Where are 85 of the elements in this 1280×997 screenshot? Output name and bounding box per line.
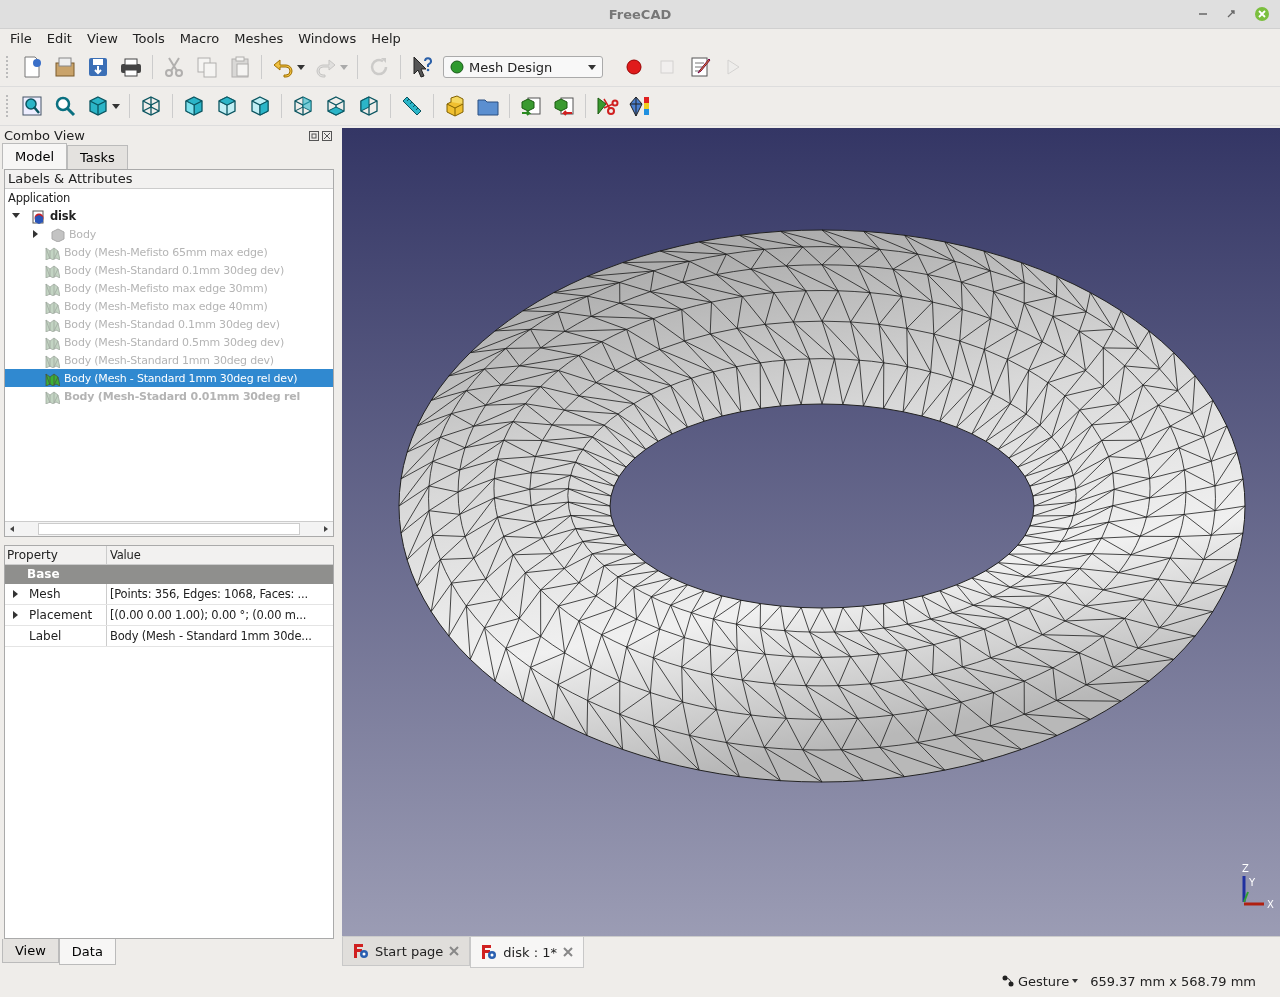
cube-front-icon[interactable]: [182, 94, 206, 118]
app-logo-icon: [481, 944, 498, 960]
property-value[interactable]: [(0.00 0.00 1.00); 0.00 °; (0.00 m...: [107, 608, 307, 622]
document-icon: [30, 208, 46, 224]
menu-item[interactable]: Macro: [173, 31, 226, 46]
scroll-left-icon[interactable]: [8, 525, 16, 533]
tree-root-label: Application: [8, 191, 71, 205]
document-tab[interactable]: Start page: [342, 937, 471, 966]
workbench-dropdown[interactable]: Mesh Design: [443, 56, 603, 78]
mesh-icon: [44, 334, 60, 350]
property-name: Mesh: [29, 587, 61, 601]
mesh-import-icon[interactable]: [519, 94, 543, 118]
save-icon[interactable]: [86, 55, 110, 79]
property-value[interactable]: Body (Mesh - Standard 1mm 30de...: [107, 629, 312, 643]
tab[interactable]: Data: [58, 939, 116, 965]
curvature-map-icon[interactable]: [628, 94, 652, 118]
tab[interactable]: Model: [2, 143, 68, 169]
column-header: Labels & Attributes: [5, 170, 333, 189]
float-icon[interactable]: [309, 130, 319, 141]
tree-item[interactable]: Body (Mesh - Standard 1mm 30deg rel dev): [5, 369, 333, 387]
ruler-icon[interactable]: [400, 94, 424, 118]
property-name: Label: [29, 629, 62, 643]
axis-indicator: Z Y X: [1241, 864, 1274, 912]
dimensions-text: 659.37 mm x 568.79 mm: [1090, 973, 1256, 989]
close-icon[interactable]: [322, 130, 332, 141]
caret-icon: [1072, 979, 1079, 983]
caret-icon: [588, 64, 596, 70]
menu-item[interactable]: Windows: [292, 31, 363, 46]
zoom-selection-icon[interactable]: [53, 94, 77, 118]
close-icon[interactable]: [562, 947, 573, 957]
block-icon[interactable]: [443, 94, 467, 118]
navigation-icon: [1000, 974, 1015, 988]
cube-top-icon[interactable]: [215, 94, 239, 118]
window-title: FreeCAD: [608, 6, 672, 22]
zoom-fit-icon[interactable]: [20, 94, 44, 118]
cube-right-icon[interactable]: [248, 94, 272, 118]
document-tab[interactable]: disk : 1*: [470, 937, 584, 968]
property-value[interactable]: [Points: 356, Edges: 1068, Faces: ...: [107, 587, 308, 601]
navigation-style-button[interactable]: Gesture: [1000, 973, 1079, 989]
mesh-icon: [44, 388, 60, 404]
restore-icon[interactable]: [1226, 9, 1236, 19]
menu-item[interactable]: File: [4, 31, 38, 46]
cube-left-icon[interactable]: [357, 94, 381, 118]
menu-item[interactable]: Tools: [126, 31, 171, 46]
cube-icon[interactable]: [86, 94, 110, 118]
menu-item[interactable]: View: [80, 31, 124, 46]
mesh-icon: [44, 352, 60, 368]
group-label: Base: [27, 567, 60, 581]
mesh-icon: [44, 370, 60, 386]
caret-icon[interactable]: [112, 103, 120, 109]
mesh-icon: [44, 298, 60, 314]
mesh-icon: [44, 316, 60, 332]
scroll-right-icon[interactable]: [322, 525, 330, 533]
open-icon[interactable]: [53, 55, 77, 79]
caret-icon[interactable]: [297, 64, 305, 70]
mesh-icon: [44, 262, 60, 278]
torus-mesh-drawing[interactable]: [398, 229, 1246, 783]
tab[interactable]: View: [2, 939, 59, 963]
expand-arrow-icon[interactable]: [12, 610, 20, 620]
panel-title: Combo View: [4, 128, 85, 143]
mesh-icon: [44, 280, 60, 296]
column-header: Value: [109, 547, 141, 564]
menu-item[interactable]: Help: [365, 31, 407, 46]
tree-item[interactable]: disk: [5, 207, 333, 225]
printer-icon[interactable]: [119, 55, 143, 79]
menu-item[interactable]: Edit: [40, 31, 78, 46]
close-icon[interactable]: [449, 946, 460, 956]
macro-editor-icon[interactable]: [688, 55, 712, 79]
property-name: Placement: [29, 608, 93, 622]
body-icon: [49, 226, 65, 242]
sphere-icon: [450, 60, 464, 74]
cube-wireframe-icon[interactable]: [139, 94, 163, 118]
cube-rear-icon[interactable]: [291, 94, 315, 118]
menu-item[interactable]: Meshes: [228, 31, 290, 46]
cube-bottom-icon[interactable]: [324, 94, 348, 118]
tab[interactable]: Tasks: [67, 145, 128, 169]
expand-arrow-icon[interactable]: [30, 229, 40, 239]
help-pointer-icon[interactable]: [410, 55, 434, 79]
column-header: Property: [5, 546, 107, 564]
expand-arrow-icon[interactable]: [12, 589, 20, 599]
horizontal-scrollbar[interactable]: [5, 521, 333, 536]
mesh-export-icon[interactable]: [552, 94, 576, 118]
mesh-scissors-icon[interactable]: [595, 94, 619, 118]
app-logo-icon: [353, 943, 369, 959]
mesh-icon: [44, 244, 60, 260]
